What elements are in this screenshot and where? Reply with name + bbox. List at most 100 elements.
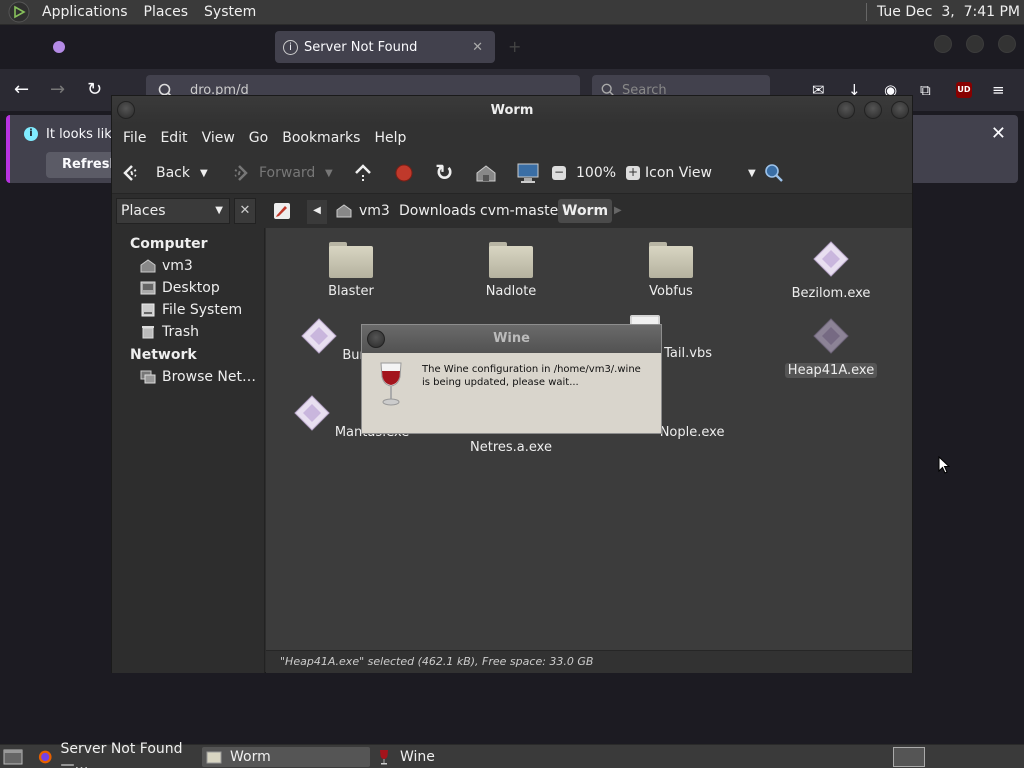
close-window-icon[interactable] [998, 35, 1016, 53]
menu-bookmarks[interactable]: Bookmarks [275, 130, 367, 146]
edit-location-icon[interactable] [273, 202, 291, 220]
up-icon[interactable] [352, 163, 374, 183]
mate-logo-icon[interactable] [8, 1, 30, 23]
ublock-icon[interactable]: UD [956, 82, 972, 98]
menu-view[interactable]: View [195, 130, 242, 146]
sidebar-item-desktop[interactable]: Desktop [112, 277, 264, 299]
maximize-icon[interactable] [966, 35, 984, 53]
window-menu-icon[interactable] [117, 101, 135, 119]
task-firefox[interactable]: Server Not Found —… [34, 741, 200, 768]
wine-executable-icon [813, 318, 849, 354]
breadcrumb-left-icon[interactable]: ◀ [307, 200, 327, 224]
new-tab-icon[interactable]: + [508, 37, 521, 56]
workspace-switcher[interactable] [893, 747, 925, 767]
firefox-tabbar: i Server Not Found ✕ + [0, 25, 1024, 69]
minimize-icon[interactable] [934, 35, 952, 53]
file-label: Vobfus [649, 284, 693, 299]
stop-icon[interactable] [394, 163, 414, 183]
folder-item[interactable]: Nadlote [451, 242, 571, 299]
folder-item[interactable]: Vobfus [611, 242, 731, 299]
search-icon[interactable] [764, 163, 784, 183]
file-item-selected[interactable]: Heap41A.exe [771, 317, 891, 378]
task-label: Server Not Found —… [60, 741, 183, 768]
file-label: Blaster [328, 284, 374, 299]
zoom-in-icon[interactable]: + [626, 166, 641, 180]
sidebar-item-browse-network[interactable]: Browse Net… [112, 366, 264, 388]
file-item[interactable]: Bezilom.exe [771, 240, 891, 301]
sidebar-item-vm3[interactable]: vm3 [112, 255, 264, 277]
tab-close-icon[interactable]: ✕ [472, 40, 483, 55]
sidebar-item-trash[interactable]: Trash [112, 321, 264, 343]
top-panel: Applications Places System Tue Dec 3, 7:… [0, 0, 1024, 25]
minimize-icon[interactable] [837, 101, 855, 119]
mouse-cursor-icon [938, 456, 950, 474]
firefox-tab-active[interactable]: i Server Not Found ✕ [275, 31, 495, 63]
computer-icon[interactable] [516, 162, 540, 184]
task-wine[interactable]: Wine [372, 747, 538, 767]
info-icon: i [283, 39, 298, 55]
zoom-control: − 100% + [552, 152, 641, 194]
sidebar-item-label: Desktop [162, 280, 220, 296]
menu-help[interactable]: Help [367, 130, 413, 146]
back-button[interactable]: Back [122, 152, 190, 194]
zoom-out-icon[interactable]: − [552, 166, 566, 180]
notice-close-icon[interactable]: ✕ [991, 123, 1006, 144]
forward-history-icon[interactable]: ▼ [325, 152, 333, 194]
tab-title: Server Not Found [304, 39, 418, 55]
maximize-icon[interactable] [864, 101, 882, 119]
task-worm[interactable]: Worm [202, 747, 370, 767]
status-bar: "Heap41A.exe" selected (462.1 kB), Free … [266, 650, 912, 673]
home-icon[interactable] [475, 163, 497, 183]
breadcrumb-vm3[interactable]: vm3 [355, 199, 394, 223]
forward-arrow-icon[interactable]: → [50, 79, 65, 100]
sidebar-header-network: Network [130, 347, 197, 363]
file-icon-view[interactable]: Blaster Nadlote Vobfus Bezilom.exe Bumer… [266, 228, 950, 650]
back-arrow-icon[interactable]: ← [14, 79, 29, 100]
window-menu-icon[interactable] [367, 330, 385, 348]
forward-button[interactable]: Forward [225, 152, 315, 194]
applications-menu[interactable]: Applications [34, 4, 136, 20]
task-label: Worm [230, 749, 271, 765]
breadcrumb-cvm-master[interactable]: cvm-master [476, 199, 568, 223]
info-icon: i [24, 127, 38, 141]
forward-label: Forward [259, 165, 316, 181]
trash-icon [142, 326, 154, 339]
view-selector[interactable]: Icon View ▼ [645, 152, 756, 194]
hamburger-menu-icon[interactable]: ≡ [992, 81, 1005, 99]
breadcrumb-worm[interactable]: Worm [558, 199, 613, 223]
wine-executable-icon [813, 241, 849, 277]
extensions-icon[interactable]: ⧉ [920, 81, 931, 99]
places-sidebar: Computer vm3 Desktop File System Trash N… [112, 228, 265, 673]
menu-file[interactable]: File [116, 130, 153, 146]
bottom-taskbar: Server Not Found —… Worm Wine [0, 741, 1024, 768]
breadcrumb-downloads[interactable]: Downloads [395, 199, 480, 223]
file-label: Tail.vbs [664, 346, 712, 361]
sidebar-item-label: File System [162, 302, 243, 318]
chevron-down-icon: ▼ [215, 205, 223, 216]
back-history-icon[interactable]: ▼ [200, 152, 208, 194]
folder-item[interactable]: Blaster [291, 242, 411, 299]
dialog-titlebar[interactable]: Wine [362, 325, 661, 353]
close-window-icon[interactable] [891, 101, 909, 119]
firefox-icon [38, 750, 52, 764]
sidebar-type-select[interactable]: Places ▼ [116, 198, 230, 224]
firefox-tab-inactive[interactable] [52, 31, 272, 63]
view-selector-label: Icon View [645, 165, 712, 181]
menu-edit[interactable]: Edit [153, 130, 194, 146]
close-sidebar-icon[interactable]: ✕ [234, 198, 256, 224]
task-label: Wine [400, 749, 435, 765]
system-menu[interactable]: System [196, 4, 264, 20]
menu-go[interactable]: Go [242, 130, 275, 146]
zoom-level[interactable]: 100% [576, 165, 616, 181]
sidebar-item-label: Trash [162, 324, 199, 340]
clock[interactable]: Tue Dec 3, 7:41 PM [865, 3, 1024, 21]
reload-icon[interactable]: ↻ [87, 79, 102, 100]
window-titlebar[interactable]: Worm [112, 96, 912, 124]
sidebar-item-filesystem[interactable]: File System [112, 299, 264, 321]
reload-icon[interactable]: ↻ [435, 152, 453, 194]
folder-icon [489, 242, 533, 278]
forward-icon [234, 165, 248, 181]
places-menu[interactable]: Places [136, 4, 197, 20]
show-desktop-icon[interactable] [3, 748, 23, 766]
breadcrumb-right-icon[interactable]: ▶ [614, 205, 622, 216]
